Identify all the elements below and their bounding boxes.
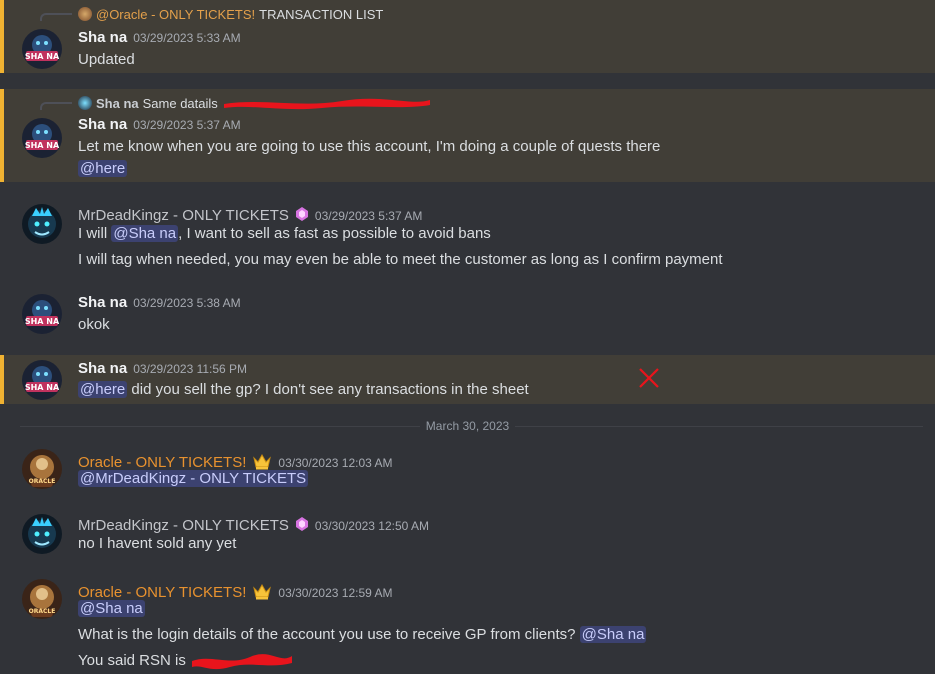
nitro-booster-icon [295, 207, 308, 221]
avatar[interactable]: SHA NA [22, 29, 62, 69]
reply-avatar [78, 7, 92, 21]
author-name[interactable]: Sha na [78, 294, 127, 311]
red-x-mark [639, 368, 659, 388]
text-segment: I will [78, 225, 112, 242]
nitro-booster-icon [295, 517, 308, 531]
reply-connector [40, 13, 72, 21]
avatar[interactable]: ORACLE [22, 449, 62, 489]
mention-here[interactable]: @here [78, 160, 128, 177]
svg-text:ORACLE: ORACLE [29, 478, 56, 485]
message-oracle-mention[interactable]: ORACLE Oracle - ONLY TICKETS! 03/30/2023… [0, 441, 935, 497]
message-text: What is the login details of the account… [78, 626, 647, 643]
timestamp[interactable]: 03/29/2023 5:37 AM [133, 118, 240, 132]
reply-avatar [78, 96, 92, 110]
message-quests[interactable]: Sha na Same datails SHA NA Sha na 03/29/… [0, 89, 935, 182]
date-divider: March 30, 2023 [0, 419, 935, 433]
timestamp[interactable]: 03/30/2023 12:03 AM [278, 456, 392, 470]
crown-icon [253, 583, 272, 600]
svg-text:SHA NA: SHA NA [25, 141, 60, 150]
reply-text: Same datails [142, 95, 218, 111]
mention-here[interactable]: @here [78, 381, 128, 398]
redaction-mark [192, 654, 293, 670]
svg-text:SHA NA: SHA NA [25, 383, 60, 392]
author-name[interactable]: Oracle - ONLY TICKETS! [78, 454, 246, 471]
avatar[interactable] [22, 514, 62, 554]
mention-sha-na[interactable]: @Sha na [111, 225, 179, 242]
author-name[interactable]: MrDeadKingz - ONLY TICKETS [78, 207, 289, 224]
text-segment: did you sell the gp? I don't see any tra… [127, 381, 529, 398]
svg-text:SHA NA: SHA NA [25, 317, 60, 326]
message-okok[interactable]: SHA NA Sha na 03/29/2023 5:38 AM okok [0, 286, 935, 338]
message-text: okok [78, 316, 110, 333]
message-text: Updated [78, 51, 135, 68]
timestamp[interactable]: 03/29/2023 11:56 PM [133, 362, 247, 376]
svg-text:ORACLE: ORACLE [29, 608, 56, 615]
timestamp[interactable]: 03/29/2023 5:37 AM [315, 209, 422, 223]
reply-text: TRANSACTION LIST [259, 6, 384, 22]
reply-connector [40, 102, 72, 110]
reply-preview[interactable]: Sha na Same datails [78, 95, 432, 111]
message-sell-gp[interactable]: SHA NA Sha na 03/29/2023 11:56 PM @here … [0, 355, 935, 404]
message-text: Let me know when you are going to use th… [78, 138, 661, 155]
timestamp[interactable]: 03/30/2023 12:50 AM [315, 519, 429, 533]
avatar[interactable]: SHA NA [22, 360, 62, 400]
date-divider-label: March 30, 2023 [419, 419, 516, 433]
timestamp[interactable]: 03/29/2023 5:33 AM [133, 31, 240, 45]
message-text: I will @Sha na, I want to sell as fast a… [78, 225, 491, 242]
message-havent-sold[interactable]: MrDeadKingz - ONLY TICKETS 03/30/2023 12… [0, 506, 935, 562]
text-segment: , I want to sell as fast as possible to … [178, 225, 491, 242]
avatar[interactable]: SHA NA [22, 294, 62, 334]
author-name[interactable]: Sha na [78, 360, 127, 377]
message-sell-fast[interactable]: MrDeadKingz - ONLY TICKETS 03/29/2023 5:… [0, 196, 935, 276]
message-login-details[interactable]: ORACLE Oracle - ONLY TICKETS! 03/30/2023… [0, 571, 935, 674]
text-segment: You said RSN is [78, 652, 191, 669]
author-name[interactable]: Sha na [78, 29, 127, 46]
reply-author[interactable]: @Oracle - ONLY TICKETS! [96, 7, 255, 22]
message-text: I will tag when needed, you may even be … [78, 251, 723, 268]
timestamp[interactable]: 03/30/2023 12:59 AM [278, 586, 392, 600]
message-text: You said RSN is [78, 652, 294, 670]
author-name[interactable]: Sha na [78, 116, 127, 133]
reply-preview[interactable]: @Oracle - ONLY TICKETS! TRANSACTION LIST [78, 6, 384, 22]
reply-author[interactable]: Sha na [96, 96, 139, 111]
avatar[interactable] [22, 204, 62, 244]
message-updated[interactable]: @Oracle - ONLY TICKETS! TRANSACTION LIST… [0, 0, 935, 73]
avatar[interactable]: ORACLE [22, 579, 62, 619]
message-text: @here did you sell the gp? I don't see a… [78, 381, 529, 398]
avatar[interactable]: SHA NA [22, 118, 62, 158]
author-name[interactable]: MrDeadKingz - ONLY TICKETS [78, 517, 289, 534]
timestamp[interactable]: 03/29/2023 5:38 AM [133, 296, 240, 310]
text-segment: What is the login details of the account… [78, 626, 580, 643]
mention-mrdeadkingz[interactable]: @MrDeadKingz - ONLY TICKETS [78, 470, 309, 487]
mention-sha-na[interactable]: @Sha na [579, 626, 647, 643]
mention-sha-na[interactable]: @Sha na [78, 600, 145, 617]
redaction-mark [223, 98, 430, 110]
message-text: no I havent sold any yet [78, 535, 237, 552]
author-name[interactable]: Oracle - ONLY TICKETS! [78, 584, 246, 601]
svg-text:SHA NA: SHA NA [25, 52, 60, 61]
crown-icon [253, 453, 272, 470]
